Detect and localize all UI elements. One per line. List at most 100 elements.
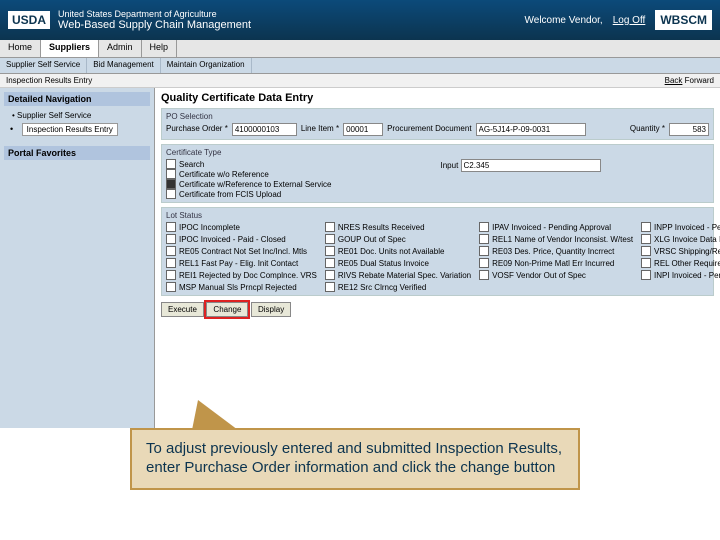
lot-option[interactable]: IPOC Incomplete — [166, 222, 317, 232]
action-buttons: Execute Change Display — [161, 302, 714, 317]
lot-option[interactable]: IPAV Invoiced - Pending Approval — [479, 222, 633, 232]
line-input[interactable] — [343, 123, 383, 136]
back-link[interactable]: Back — [665, 76, 683, 85]
checkbox-icon — [479, 246, 489, 256]
checkbox-icon — [641, 246, 651, 256]
checkbox-icon — [641, 234, 651, 244]
sidebar-nav-header: Detailed Navigation — [4, 92, 150, 106]
lot-option[interactable]: RIVS Rebate Material Spec. Variation — [325, 270, 471, 280]
header-text: United States Department of Agriculture … — [58, 9, 524, 31]
lot-option[interactable]: INPI Invoiced - Pending Approval — [641, 270, 720, 280]
logoff-link[interactable]: Log Off — [613, 15, 646, 26]
sidebar-item-self-service[interactable]: • Supplier Self Service — [4, 110, 150, 121]
lot-option[interactable]: RE01 Doc. Units not Available — [325, 246, 471, 256]
lot-option[interactable]: VOSF Vendor Out of Spec — [479, 270, 633, 280]
checkbox-icon — [325, 222, 335, 232]
cert-input-col: Input — [441, 159, 710, 199]
execute-button[interactable]: Execute — [161, 302, 204, 317]
checkbox-icon — [166, 246, 176, 256]
subtab-self-service[interactable]: Supplier Self Service — [0, 58, 87, 73]
lot-option[interactable]: NRES Results Received — [325, 222, 471, 232]
checkbox-icon — [325, 282, 335, 292]
lot-col-4: INPP Invoiced - Pending Payment XLG Invoi… — [641, 222, 720, 292]
breadcrumb-nav: Back Forward — [665, 76, 714, 85]
lot-title: Lot Status — [166, 211, 709, 220]
lot-option[interactable]: RE12 Src Clrncg Verified — [325, 282, 471, 292]
cert-opt-fcis[interactable]: Certificate from FCIS Upload — [166, 189, 435, 199]
cert-type: Certificate Type Search Certificate w/o … — [161, 144, 714, 203]
po-label: Purchase Order * — [166, 124, 228, 133]
qty-label: Quantity * — [630, 124, 665, 133]
tab-suppliers[interactable]: Suppliers — [41, 40, 99, 57]
lot-option[interactable]: REI1 Rejected by Doc Complnce. VRS — [166, 270, 317, 280]
sidebar: Detailed Navigation • Supplier Self Serv… — [0, 88, 155, 428]
sidebar-item-inspection[interactable]: Inspection Results Entry — [22, 123, 118, 136]
checkbox-icon — [641, 222, 651, 232]
breadcrumb: Inspection Results Entry Back Forward — [0, 74, 720, 88]
cert-title: Certificate Type — [166, 148, 709, 157]
cert-opt-ext[interactable]: Certificate w/Reference to External Serv… — [166, 179, 435, 189]
procdoc-label: Procurement Document — [387, 124, 471, 133]
checkbox-icon — [325, 270, 335, 280]
forward-link[interactable]: Forward — [685, 76, 714, 85]
checkbox-icon — [641, 270, 651, 280]
lot-col-2: NRES Results Received GOUP Out of Spec RE0… — [325, 222, 471, 292]
lot-option[interactable]: XLG Invoice Data Inconsistencies — [641, 234, 720, 244]
cert-opt-search[interactable]: Search — [166, 159, 435, 169]
checkbox-icon — [325, 258, 335, 268]
sidebar-fav-header: Portal Favorites — [4, 146, 150, 160]
lot-option[interactable]: GOUP Out of Spec — [325, 234, 471, 244]
lot-status: Lot Status IPOC Incomplete IPOC Invoiced … — [161, 207, 714, 296]
content: Quality Certificate Data Entry PO Select… — [155, 88, 720, 428]
lot-option[interactable]: RE03 Des. Price, Quantity Incrrect — [479, 246, 633, 256]
lot-option[interactable]: REL1 Name of Vendor Inconsist. W/test — [479, 234, 633, 244]
qty-input[interactable] — [669, 123, 709, 136]
lot-col-3: IPAV Invoiced - Pending Approval REL1 Nam… — [479, 222, 633, 292]
tab-admin[interactable]: Admin — [99, 40, 142, 57]
wbscm-logo: WBSCM — [655, 10, 712, 30]
lot-option[interactable]: REL Other Required Documents Met — [641, 258, 720, 268]
procdoc-input[interactable] — [476, 123, 586, 136]
usda-logo: USDA — [8, 11, 50, 29]
cert-input[interactable] — [461, 159, 601, 172]
app-name: Web-Based Supply Chain Management — [58, 19, 524, 31]
lot-option[interactable]: RE09 Non-Prime Matl Err Incurred — [479, 258, 633, 268]
welcome-text: Welcome Vendor, — [525, 15, 603, 26]
checkbox-icon — [166, 282, 176, 292]
page-title: Quality Certificate Data Entry — [161, 92, 714, 104]
checkbox-icon — [166, 270, 176, 280]
cert-opt-noref[interactable]: Certificate w/o Reference — [166, 169, 435, 179]
po-input[interactable] — [232, 123, 297, 136]
checkbox-icon — [479, 270, 489, 280]
tab-help[interactable]: Help — [142, 40, 178, 57]
po-selection: PO Selection Purchase Order * Line Item … — [161, 108, 714, 140]
main-tabs: Home Suppliers Admin Help — [0, 40, 720, 58]
app-header: USDA United States Department of Agricul… — [0, 0, 720, 40]
lot-option[interactable]: VRSC Shipping/Receipt Dates Incons. — [641, 246, 720, 256]
cert-input-label: Input — [441, 161, 459, 170]
line-label: Line Item * — [301, 124, 339, 133]
lot-option[interactable]: RE05 Contract Not Set Inc/Incl. Mtls — [166, 246, 317, 256]
lot-option[interactable]: IPOC Invoiced - Paid - Closed — [166, 234, 317, 244]
checkbox-icon — [641, 258, 651, 268]
checkbox-icon — [479, 258, 489, 268]
subtab-bid-mgmt[interactable]: Bid Management — [87, 58, 160, 73]
checkbox-icon — [325, 234, 335, 244]
change-button[interactable]: Change — [206, 302, 248, 317]
lot-option[interactable]: REL1 Fast Pay - Elig. Init Contact — [166, 258, 317, 268]
checkbox-icon — [325, 246, 335, 256]
lot-col-1: IPOC Incomplete IPOC Invoiced - Paid - Cl… — [166, 222, 317, 292]
display-button[interactable]: Display — [251, 302, 291, 317]
lot-option[interactable]: MSP Manual Sls Prncpl Rejected — [166, 282, 317, 292]
dept-name: United States Department of Agriculture — [58, 9, 524, 19]
checkbox-icon — [479, 222, 489, 232]
main-area: Detailed Navigation • Supplier Self Serv… — [0, 88, 720, 428]
subtab-maintain-org[interactable]: Maintain Organization — [161, 58, 252, 73]
sub-tabs: Supplier Self Service Bid Management Mai… — [0, 58, 720, 74]
lot-option[interactable]: INPP Invoiced - Pending Payment — [641, 222, 720, 232]
breadcrumb-title: Inspection Results Entry — [6, 76, 92, 85]
lot-option[interactable]: RE05 Dual Status Invoice — [325, 258, 471, 268]
instruction-callout: To adjust previously entered and submitt… — [130, 428, 580, 490]
tab-home[interactable]: Home — [0, 40, 41, 57]
checkbox-icon — [166, 234, 176, 244]
